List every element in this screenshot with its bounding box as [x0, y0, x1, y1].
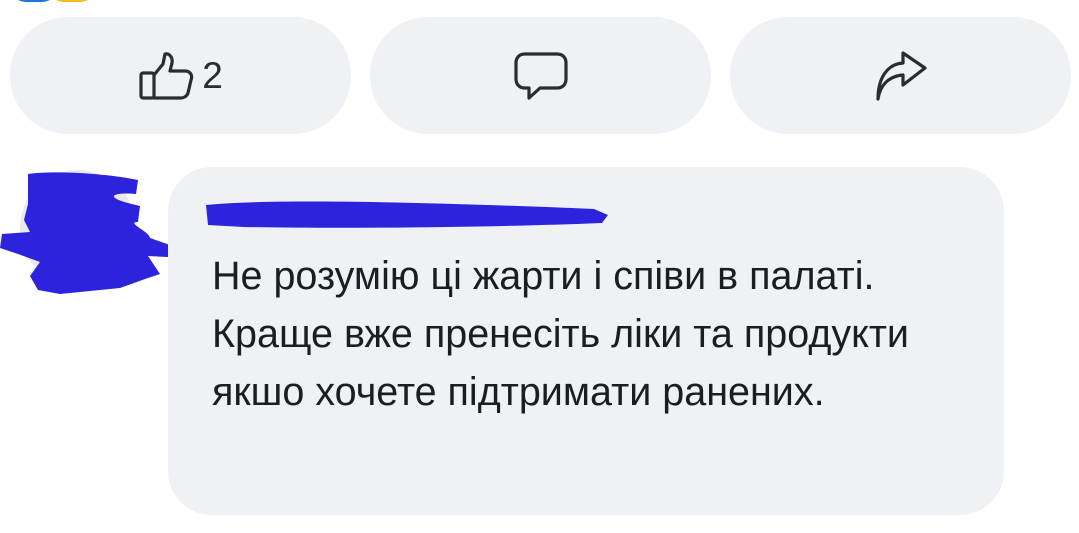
haha-reaction-icon — [48, 0, 96, 2]
reaction-icons-cropped — [10, 0, 120, 4]
author-avatar-redacted[interactable] — [0, 166, 195, 296]
post-action-bar: 2 — [10, 17, 1071, 134]
comment-button[interactable] — [370, 17, 711, 134]
author-name-redacted[interactable] — [204, 195, 614, 235]
comment-bubble: Не розумію ці жарти і співи в палаті. Кр… — [168, 167, 1004, 515]
comment-text: Не розумію ці жарти і співи в палаті. Кр… — [212, 254, 909, 414]
thumbs-up-icon — [138, 50, 196, 102]
comment-item: Не розумію ці жарти і співи в палаті. Кр… — [0, 160, 1079, 520]
like-count: 2 — [202, 55, 223, 96]
post-comments-view: 2 Не розумію ці жарти і співи в палаті. … — [0, 0, 1079, 533]
like-button[interactable]: 2 — [10, 17, 351, 134]
share-arrow-icon — [873, 50, 929, 102]
speech-bubble-icon — [513, 50, 569, 102]
share-button[interactable] — [730, 17, 1071, 134]
like-reaction-icon — [10, 0, 58, 2]
